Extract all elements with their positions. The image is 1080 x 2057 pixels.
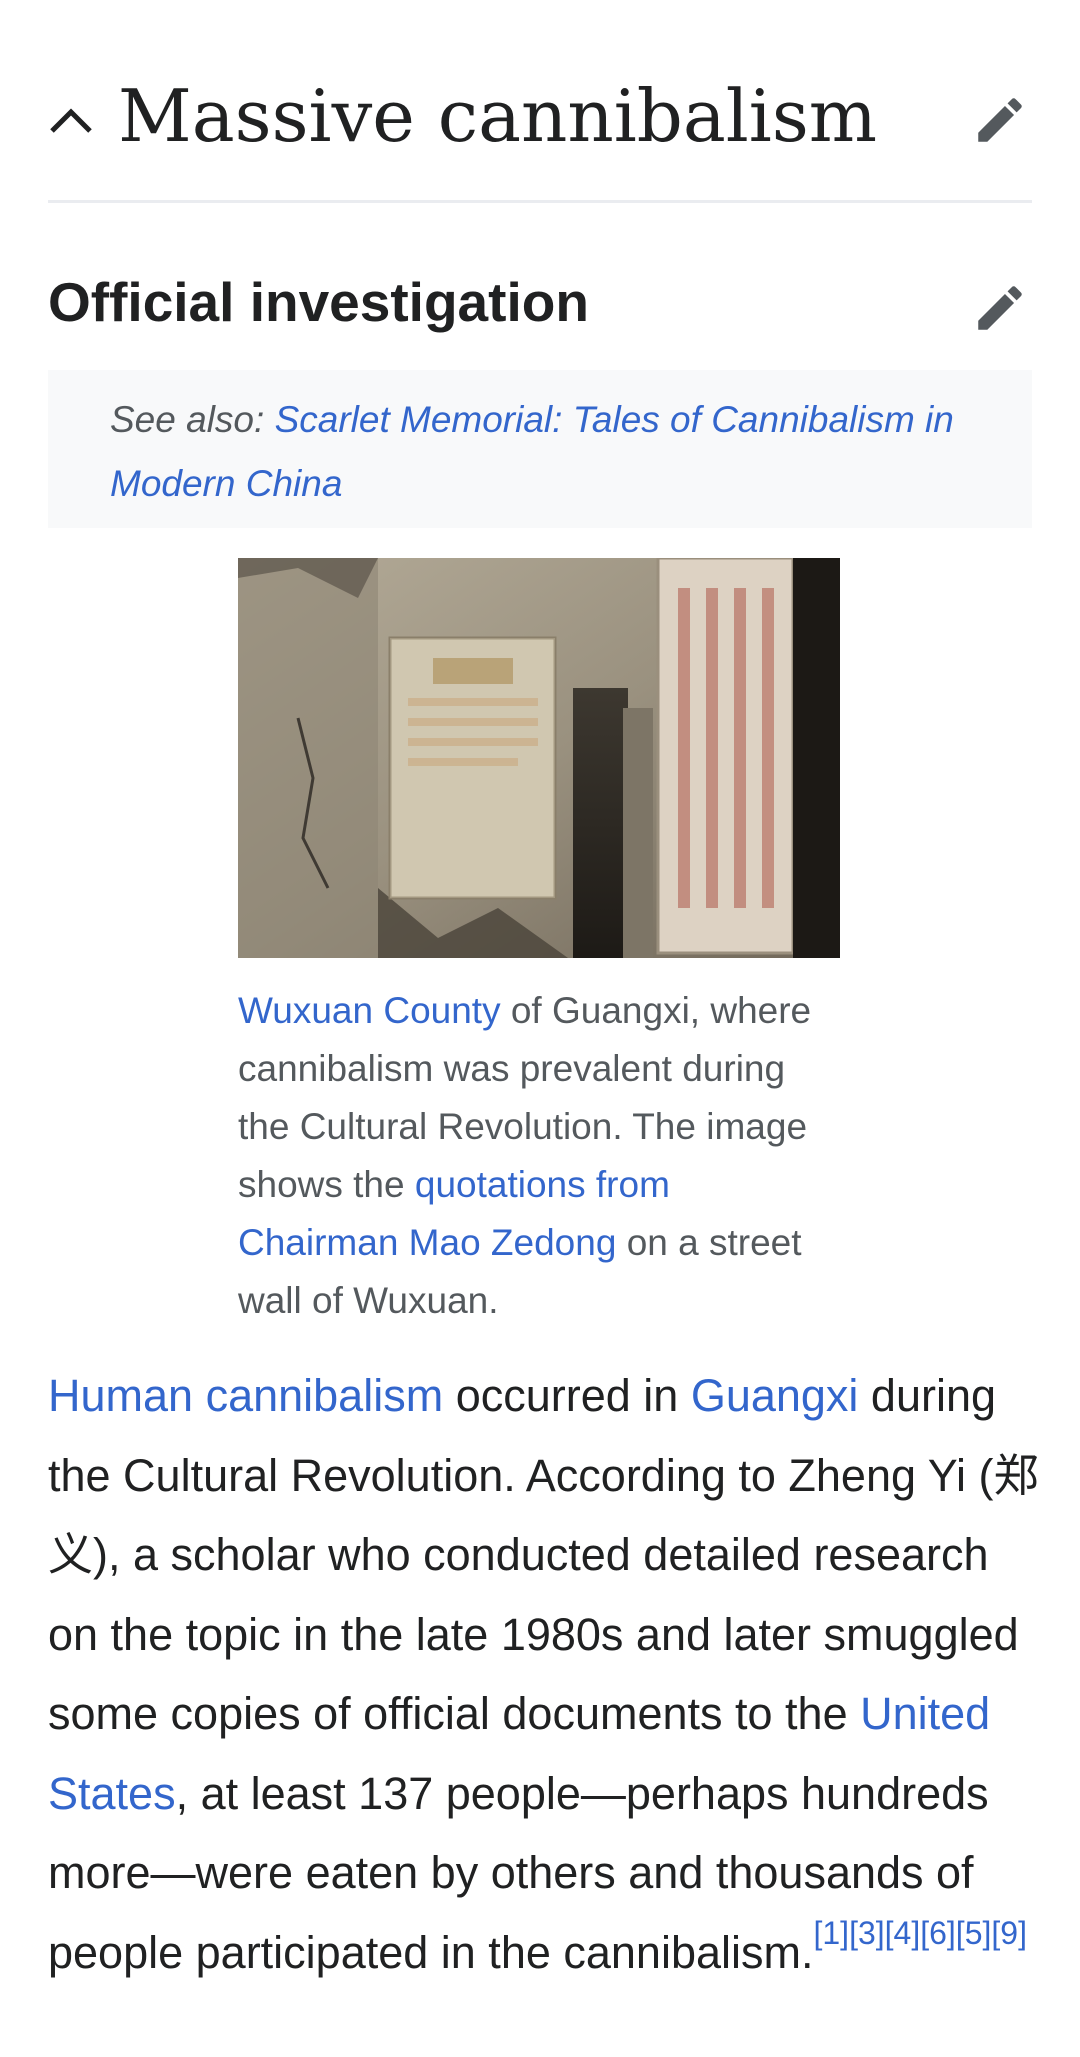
edit-section-button[interactable] [970, 90, 1030, 150]
chevron-up-icon[interactable] [48, 98, 94, 144]
figure: Wuxuan County of Guangxi, where cannibal… [238, 558, 840, 1330]
edit-subsection-button[interactable] [970, 278, 1030, 338]
link-guangxi[interactable]: Guangxi [691, 1370, 859, 1421]
figure-caption: Wuxuan County of Guangxi, where cannibal… [238, 982, 840, 1330]
pencil-icon [978, 98, 1022, 142]
paragraph-text: during the Cultural Revolution. Accordin… [48, 1370, 1039, 1739]
reference-links[interactable]: [1][3][4][6][5][9] [813, 1915, 1026, 1951]
section-header[interactable]: Massive cannibalism [48, 60, 1032, 202]
wuxuan-street-wall-image[interactable] [238, 558, 840, 958]
subsection-title: Official investigation [48, 271, 589, 333]
link-human-cannibalism[interactable]: Human cannibalism [48, 1370, 443, 1421]
hatnote: See also: Scarlet Memorial: Tales of Can… [48, 370, 1032, 528]
hatnote-prefix: See also: [110, 399, 275, 440]
section-title: Massive cannibalism [118, 74, 878, 158]
paragraph-text: occurred in [443, 1370, 691, 1421]
caption-link-wuxuan-county[interactable]: Wuxuan County [238, 990, 501, 1031]
section-divider [48, 200, 1032, 203]
pencil-icon [978, 286, 1022, 330]
body-paragraph: Human cannibalism occurred in Guangxi du… [48, 1356, 1048, 1992]
